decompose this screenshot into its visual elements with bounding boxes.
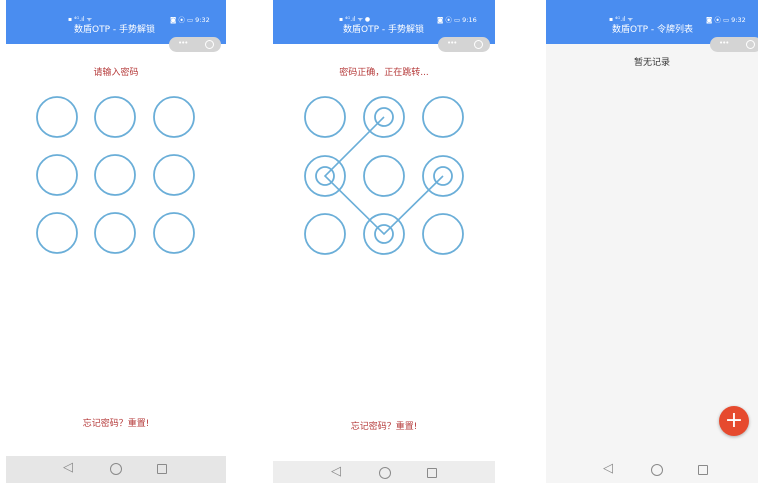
gesture-dot-4[interactable] [36,154,78,196]
screen-gesture-unlock: ▪ ⁴ᴳ.ıl ᯤ ◙ ⦿ ▭ 9:32 数盾OTP - 手势解锁 ••• 请输… [6,0,226,483]
gesture-dot-7[interactable] [304,213,346,255]
home-icon[interactable] [379,467,391,479]
forgot-password-link[interactable]: 忘记密码？重置! [6,416,226,429]
home-icon[interactable] [110,463,122,475]
back-icon[interactable]: ◁ [63,461,73,475]
gesture-grid[interactable] [6,0,226,300]
screen-token-list: ▪ ⁴ᴳ.ıl ᯤ ◙ ⦿ ▭ 9:32 数盾OTP - 令牌列表 ••• 暂无… [546,0,758,483]
nav-bar: ◁ [273,461,495,483]
nav-bar: ◁ [6,456,226,483]
gesture-dot-9[interactable] [153,212,195,254]
recents-icon[interactable] [698,465,708,475]
add-token-button[interactable]: + [719,406,749,436]
back-icon[interactable]: ◁ [331,465,341,479]
nav-bar: ◁ [546,456,758,483]
gesture-dot-3[interactable] [422,96,464,138]
gesture-dot-9[interactable] [422,213,464,255]
gesture-dot-7[interactable] [36,212,78,254]
gesture-dot-2[interactable] [94,96,136,138]
record-icon[interactable] [746,40,755,49]
home-icon[interactable] [651,464,663,476]
recents-icon[interactable] [157,464,167,474]
gesture-dot-5[interactable] [94,154,136,196]
status-time: ◙ ⦿ ▭ 9:32 [706,16,746,24]
recents-icon[interactable] [427,468,437,478]
gesture-grid[interactable] [273,0,495,300]
screen-gesture-success: ▪ ⁴ᴳ.ıl ᯤ ● ◙ ⦿ ▭ 9:16 数盾OTP - 手势解锁 ••• … [273,0,495,483]
gesture-dot-3[interactable] [153,96,195,138]
more-icon[interactable]: ••• [719,39,729,47]
back-icon[interactable]: ◁ [603,462,613,476]
gesture-dot-6[interactable] [153,154,195,196]
empty-state-text: 暂无记录 [633,58,670,68]
gesture-path-line [323,116,444,236]
gesture-dot-1[interactable] [36,96,78,138]
gesture-dot-1[interactable] [304,96,346,138]
forgot-password-link[interactable]: 忘记密码？重置! [273,419,495,432]
gesture-dot-5[interactable] [363,155,405,197]
page-title: 数盾OTP - 令牌列表 [612,25,693,35]
mini-program-capsule[interactable]: ••• [710,37,758,52]
gesture-dot-8[interactable] [94,212,136,254]
